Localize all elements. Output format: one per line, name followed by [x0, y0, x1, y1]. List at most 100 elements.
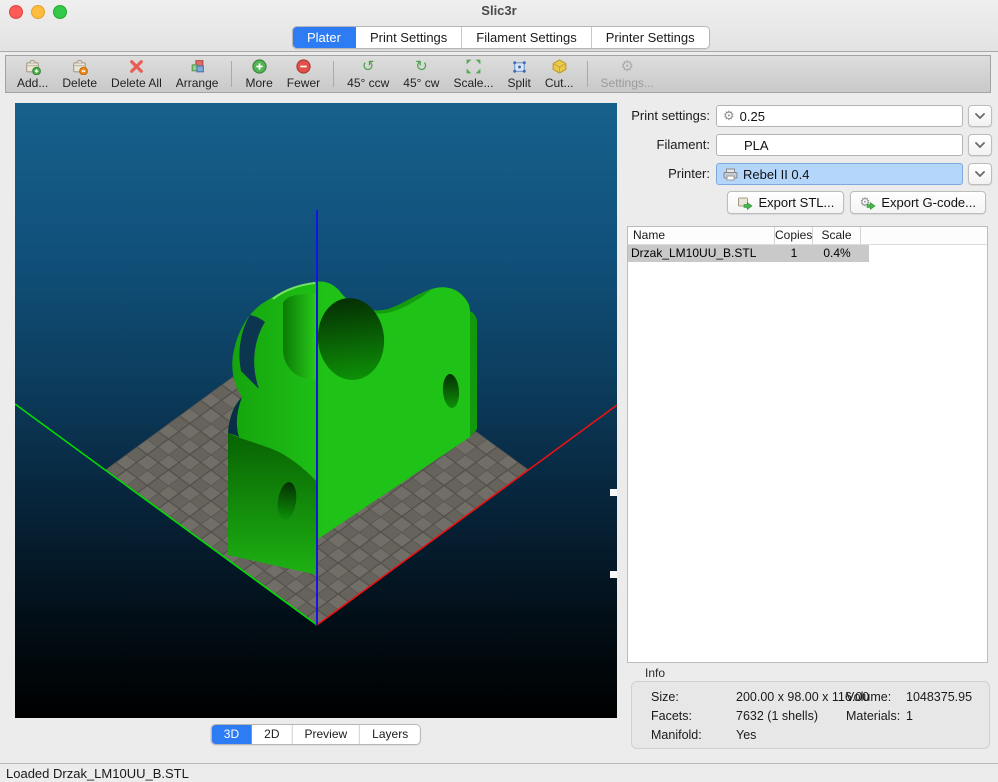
add-button[interactable]: Add... — [10, 55, 55, 93]
toolbar-label: Delete All — [111, 76, 162, 90]
print-settings-dropdown-button[interactable] — [968, 105, 992, 127]
export-stl-icon — [737, 195, 753, 211]
view-tab-3d[interactable]: 3D — [212, 725, 252, 744]
rotate-cw-icon: ↻ — [415, 58, 428, 75]
cell-scale: 0.4% — [813, 245, 861, 262]
column-header-empty — [861, 227, 987, 244]
toolbar-separator — [333, 61, 334, 87]
filament-label: Filament: — [625, 137, 710, 152]
printer-icon — [723, 168, 738, 181]
filament-combo[interactable]: PLA — [716, 134, 963, 156]
fewer-button[interactable]: Fewer — [280, 55, 327, 93]
rotate-ccw-button[interactable]: ↺ 45° ccw — [340, 55, 396, 93]
manifold-label: Manifold: — [651, 728, 702, 742]
cut-button[interactable]: Cut... — [538, 55, 581, 93]
manifold-value: Yes — [736, 728, 756, 742]
info-panel-title: Info — [645, 666, 665, 680]
cell-name: Drzak_LM10UU_B.STL — [628, 245, 775, 262]
status-text: Loaded Drzak_LM10UU_B.STL — [6, 766, 189, 781]
chevron-down-icon — [975, 142, 985, 148]
column-header-name[interactable]: Name — [628, 227, 775, 244]
titlebar: Slic3r Plater Print Settings Filament Se… — [0, 0, 998, 52]
view-tab-preview[interactable]: Preview — [292, 725, 360, 744]
filament-dropdown-button[interactable] — [968, 134, 992, 156]
window-title: Slic3r — [0, 3, 998, 18]
print-settings-value: 0.25 — [740, 109, 765, 124]
split-button[interactable]: Split — [500, 55, 537, 93]
filament-value: PLA — [744, 138, 769, 153]
rotate-cw-button[interactable]: ↻ 45° cw — [396, 55, 446, 93]
toolbar-label: More — [245, 76, 272, 90]
size-label: Size: — [651, 690, 679, 704]
toolbar-label: Cut... — [545, 76, 574, 90]
export-stl-label: Export STL... — [758, 195, 834, 210]
arrange-button[interactable]: Arrange — [169, 55, 226, 93]
column-header-copies[interactable]: Copies — [775, 227, 813, 244]
view-tab-layers[interactable]: Layers — [360, 725, 420, 744]
printer-label: Printer: — [625, 166, 710, 181]
model-right-edge — [470, 311, 477, 437]
info-panel: Size: 200.00 x 98.00 x 116.00 Volume: 10… — [631, 681, 990, 749]
tab-print-settings[interactable]: Print Settings — [356, 27, 462, 48]
more-button[interactable]: More — [238, 55, 279, 93]
gear-icon: ⚙ — [620, 58, 633, 75]
volume-label: Volume: — [846, 690, 891, 704]
toolbar-label: 45° ccw — [347, 76, 389, 90]
scale-button[interactable]: Scale... — [446, 55, 500, 93]
printer-combo[interactable]: Rebel II 0.4 — [716, 163, 963, 185]
materials-label: Materials: — [846, 709, 900, 723]
print-settings-label: Print settings: — [625, 108, 710, 123]
scale-arrows-icon — [465, 58, 482, 75]
slic3r-window: Slic3r Plater Print Settings Filament Se… — [0, 0, 998, 782]
chevron-down-icon — [975, 113, 985, 119]
objects-table-header: Name Copies Scale — [628, 227, 987, 245]
chevron-down-icon — [975, 171, 985, 177]
tab-plater[interactable]: Plater — [293, 27, 356, 48]
toolbar-label: Split — [507, 76, 530, 90]
settings-button[interactable]: ⚙ Settings... — [594, 55, 661, 93]
viewport-3d[interactable] — [15, 103, 617, 718]
export-gcode-icon: ⚙ — [860, 195, 876, 211]
splitter-handle[interactable] — [610, 571, 617, 578]
volume-value: 1048375.95 — [906, 690, 972, 704]
view-tab-bar: 3D 2D Preview Layers — [211, 724, 421, 745]
toolbar-label: Arrange — [176, 76, 219, 90]
tab-printer-settings[interactable]: Printer Settings — [592, 27, 709, 48]
add-box-icon — [24, 58, 41, 75]
column-header-scale[interactable]: Scale — [813, 227, 861, 244]
delete-box-icon — [71, 58, 88, 75]
printer-dropdown-button[interactable] — [968, 163, 992, 185]
splitter-handle[interactable] — [610, 489, 617, 496]
main-tab-bar: Plater Print Settings Filament Settings … — [292, 26, 710, 49]
toolbar-separator — [587, 61, 588, 87]
view-tab-2d[interactable]: 2D — [252, 725, 292, 744]
delete-button[interactable]: Delete — [55, 55, 104, 93]
tab-filament-settings[interactable]: Filament Settings — [462, 27, 591, 48]
arrange-cubes-icon — [189, 58, 206, 75]
facets-label: Facets: — [651, 709, 692, 723]
toolbar-label: Scale... — [453, 76, 493, 90]
plater-toolbar: Add... Delete Delete All Arrange More — [5, 55, 991, 93]
print-settings-combo[interactable]: ⚙ 0.25 — [716, 105, 963, 127]
delete-all-button[interactable]: Delete All — [104, 55, 169, 93]
toolbar-label: Settings... — [601, 76, 654, 90]
facets-value: 7632 (1 shells) — [736, 709, 818, 723]
cut-box-icon — [551, 58, 568, 75]
export-stl-button[interactable]: Export STL... — [727, 191, 844, 214]
cell-copies: 1 — [775, 245, 813, 262]
export-gcode-label: Export G-code... — [881, 195, 976, 210]
rotate-ccw-icon: ↺ — [362, 58, 375, 75]
toolbar-separator — [231, 61, 232, 87]
materials-value: 1 — [906, 709, 913, 723]
toolbar-label: Delete — [62, 76, 97, 90]
table-row[interactable]: Drzak_LM10UU_B.STL 1 0.4% — [628, 245, 869, 262]
plus-circle-icon — [251, 58, 268, 75]
objects-table: Name Copies Scale Drzak_LM10UU_B.STL 1 0… — [627, 226, 988, 663]
delete-all-icon — [128, 58, 145, 75]
toolbar-label: Fewer — [287, 76, 320, 90]
export-gcode-button[interactable]: ⚙ Export G-code... — [850, 191, 986, 214]
split-cube-icon — [511, 58, 528, 75]
status-bar: Loaded Drzak_LM10UU_B.STL — [0, 763, 998, 782]
minus-circle-icon — [295, 58, 312, 75]
toolbar-label: Add... — [17, 76, 48, 90]
